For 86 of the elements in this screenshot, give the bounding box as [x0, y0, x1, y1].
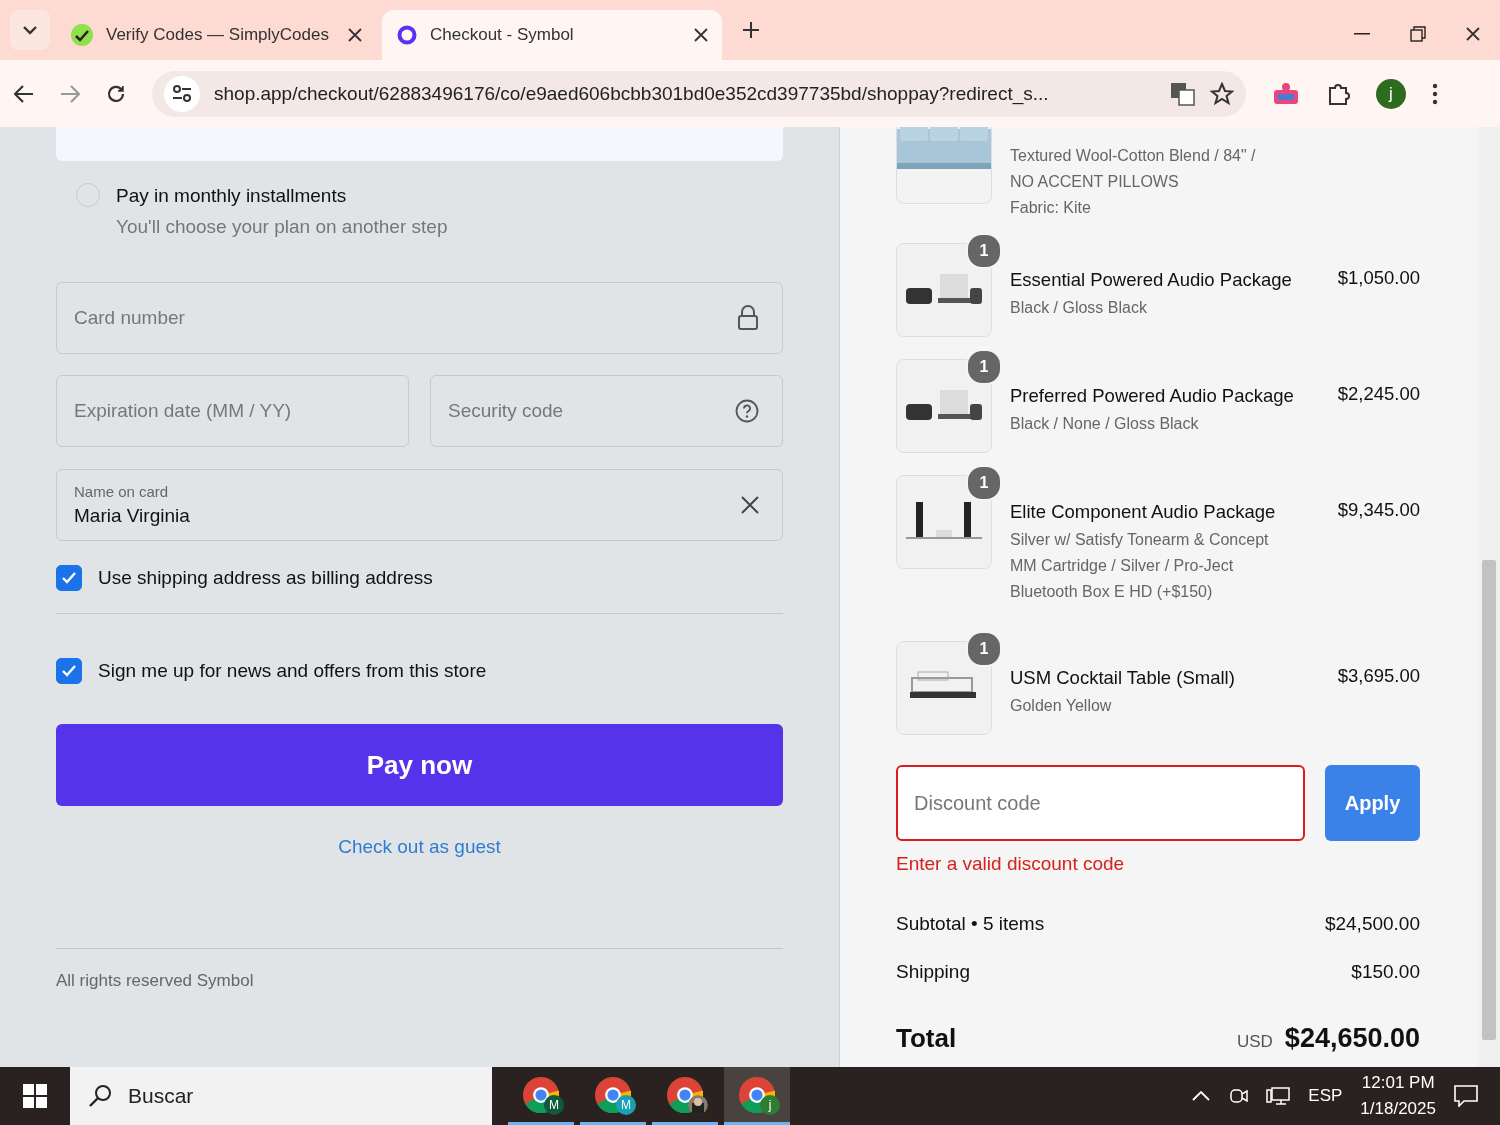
product-name: Elite Component Audio Package	[1010, 500, 1277, 524]
taskbar-search-field[interactable]: Buscar	[70, 1067, 492, 1125]
close-icon[interactable]	[694, 28, 708, 42]
product-variant: Black / Gloss Black	[1010, 298, 1148, 318]
product-price: $1,050.00	[1337, 266, 1420, 290]
checkmark-icon	[61, 664, 77, 678]
reload-icon[interactable]	[106, 83, 126, 104]
quantity-badge: 1	[966, 465, 1002, 501]
translate-icon[interactable]	[1170, 81, 1196, 106]
camera-icon[interactable]	[1228, 1086, 1249, 1106]
windows-start-icon[interactable]	[23, 1084, 47, 1108]
chevron-down-icon	[22, 25, 38, 35]
back-icon[interactable]	[14, 84, 34, 103]
quantity-badge: 1	[966, 233, 1002, 269]
restore-icon[interactable]	[1410, 26, 1426, 42]
checkmark-icon	[70, 23, 94, 47]
ring-icon	[396, 24, 418, 46]
option-label: Pay in monthly installments	[116, 185, 348, 207]
star-icon[interactable]	[1210, 81, 1234, 106]
minimize-icon[interactable]	[1354, 33, 1370, 35]
discount-code-field[interactable]: Discount code	[896, 765, 1305, 841]
puzzle-icon[interactable]	[1326, 81, 1350, 106]
extension-icon[interactable]	[1272, 81, 1300, 106]
address-bar[interactable]: shop.app/checkout/62883496176/co/e9aed606bcbb301bd0e352cd397735bd/shoppay?redirect_s...	[152, 70, 1246, 117]
summary-value: $150.00	[1351, 961, 1420, 983]
browser-tab[interactable]: Verify Codes — SimplyCodes	[56, 10, 376, 60]
network-icon[interactable]	[1266, 1086, 1291, 1106]
error-message: Enter a valid discount code	[896, 853, 1126, 875]
product-price: $9,345.00	[1337, 498, 1420, 522]
product-variant: Silver w/ Satisfy Tonearm & Concept	[1010, 530, 1270, 550]
summary-label: Subtotal • 5 items	[896, 913, 1045, 935]
apply-button[interactable]: Apply	[1325, 765, 1420, 841]
checkbox-label: Use shipping address as billing address	[98, 567, 433, 589]
url-text: shop.app/checkout/62883496176/co/e9aed606bcbb301bd0e352cd397735bd/shoppay?redirect_s...	[214, 82, 1050, 105]
lock-icon	[737, 305, 759, 331]
security-code-field[interactable]: Security code	[430, 375, 783, 447]
product-name: Preferred Powered Audio Package	[1010, 384, 1295, 408]
taskbar-app[interactable]: M	[508, 1067, 574, 1125]
product-name: USM Cocktail Table (Small)	[1010, 666, 1236, 690]
product-price: $3,695.00	[1337, 664, 1420, 688]
product-variant: Textured Wool-Cotton Blend / 84" /	[1010, 146, 1257, 166]
checkbox-label: Sign me up for news and offers from this store	[98, 660, 487, 682]
checkbox[interactable]	[56, 565, 82, 591]
product-variant: Black / None / Gloss Black	[1010, 414, 1200, 434]
language-indicator[interactable]: ESP	[1308, 1086, 1343, 1106]
expiration-date-field[interactable]: Expiration date (MM / YY)	[56, 375, 409, 447]
total-label: Total	[896, 1023, 957, 1054]
checkbox[interactable]	[56, 658, 82, 684]
footer-text: All rights reserved Symbol	[56, 971, 255, 991]
profile-avatar[interactable]: j	[1376, 78, 1406, 109]
summary-value: $24,500.00	[1324, 913, 1420, 935]
profile-badge: j	[760, 1095, 780, 1115]
profile-badge: M	[544, 1095, 564, 1115]
forward-icon[interactable]	[60, 84, 80, 103]
close-icon[interactable]	[348, 28, 362, 42]
summary-label: Shipping	[896, 961, 970, 983]
product-variant: Fabric: Kite	[1010, 198, 1092, 218]
profile-badge: M	[616, 1095, 636, 1115]
tab-menu-button[interactable]	[10, 10, 50, 50]
browser-tab[interactable]: Checkout - Symbol	[382, 10, 722, 60]
scrollbar[interactable]	[1478, 127, 1500, 1067]
help-icon[interactable]	[735, 399, 759, 423]
search-icon	[88, 1084, 112, 1108]
card-number-field[interactable]: Card number	[56, 282, 783, 354]
close-icon[interactable]	[1466, 27, 1480, 41]
product-price: $2,245.00	[1337, 382, 1420, 406]
product-variant: Bluetooth Box E HD (+$150)	[1010, 582, 1214, 602]
product-variant: Golden Yellow	[1010, 696, 1113, 716]
notification-icon[interactable]	[1454, 1085, 1478, 1107]
quantity-badge: 1	[966, 631, 1002, 667]
clear-icon[interactable]	[741, 496, 759, 514]
product-variant: MM Cartridge / Silver / Pro-Ject	[1010, 556, 1235, 576]
product-variant: NO ACCENT PILLOWS	[1010, 172, 1180, 192]
chevron-up-icon[interactable]	[1192, 1091, 1211, 1101]
currency-code: USD	[1236, 1032, 1273, 1052]
site-settings-icon[interactable]	[172, 84, 192, 103]
taskbar-app[interactable]: j	[724, 1067, 790, 1125]
field-label: Name on card	[74, 483, 169, 500]
pay-now-button[interactable]: Pay now	[56, 724, 783, 806]
quantity-badge: 1	[966, 349, 1002, 385]
option-description: You'll choose your plan on another step	[116, 216, 448, 238]
product-name: Essential Powered Audio Package	[1010, 268, 1293, 292]
clock[interactable]: 12:01 PM 1/18/2025	[1360, 1070, 1436, 1122]
total-amount: $24,650.00	[1284, 1023, 1420, 1054]
checkmark-icon	[61, 571, 77, 585]
menu-icon[interactable]	[1432, 82, 1438, 105]
